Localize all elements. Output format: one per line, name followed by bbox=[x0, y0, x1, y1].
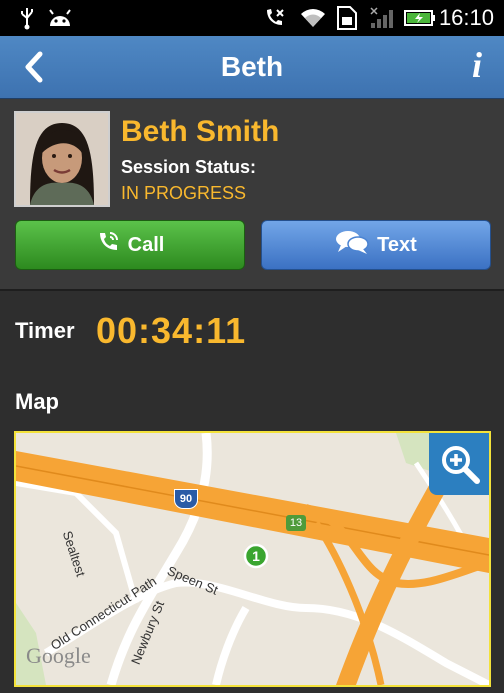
chat-bubbles-icon bbox=[335, 229, 369, 261]
session-status-value: IN PROGRESS bbox=[121, 183, 247, 203]
clock: 16:10 bbox=[438, 5, 494, 30]
map-view[interactable]: 90 13 1 Sealtest Old Connecticut Path Sp… bbox=[14, 431, 491, 687]
signal-icon bbox=[368, 0, 396, 36]
mute-icon bbox=[262, 0, 286, 36]
session-status-label: Session Status: bbox=[121, 157, 257, 177]
call-button-label: Call bbox=[127, 233, 165, 256]
zoom-in-icon[interactable] bbox=[429, 433, 489, 495]
sim-icon bbox=[334, 0, 360, 36]
exit-marker: 13 bbox=[286, 515, 306, 531]
title-bar: Beth i bbox=[0, 36, 504, 99]
google-logo: Google bbox=[26, 643, 91, 668]
timer-value: 00:34:11 bbox=[96, 310, 247, 351]
phone-icon bbox=[96, 230, 120, 260]
avatar bbox=[14, 111, 110, 207]
usb-icon bbox=[16, 0, 38, 36]
android-icon bbox=[46, 0, 74, 36]
call-button[interactable]: Call bbox=[15, 220, 245, 270]
page-title: Beth bbox=[220, 51, 284, 82]
text-button-label: Text bbox=[377, 233, 417, 256]
timer-label: Timer bbox=[15, 318, 75, 343]
map-label: Map bbox=[15, 389, 59, 414]
status-bar: 16:10 bbox=[0, 0, 504, 36]
battery-icon bbox=[404, 0, 436, 36]
highway-shield: 90 bbox=[174, 489, 198, 509]
info-icon[interactable]: i bbox=[472, 44, 482, 86]
map-pin[interactable]: 1 bbox=[245, 545, 267, 567]
contact-name: Beth Smith bbox=[121, 115, 280, 148]
wifi-icon bbox=[298, 0, 328, 36]
text-button[interactable]: Text bbox=[261, 220, 491, 270]
contact-panel: Beth Smith Session Status: IN PROGRESS C… bbox=[0, 99, 504, 291]
